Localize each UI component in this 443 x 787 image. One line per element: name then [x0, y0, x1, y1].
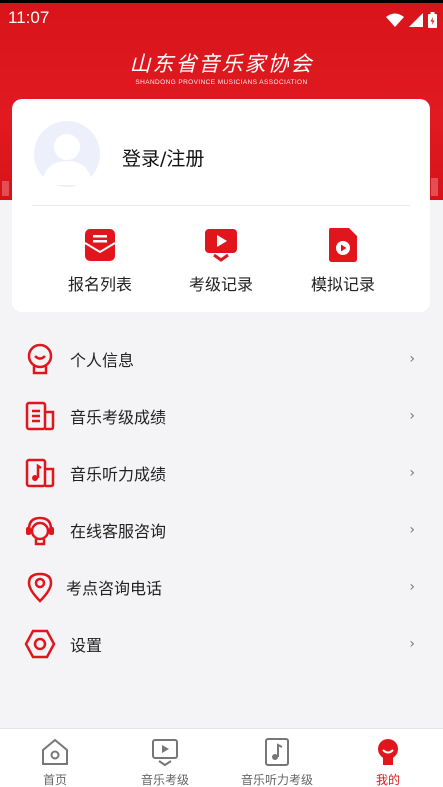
- user-info-icon: [24, 343, 56, 375]
- avatar[interactable]: [34, 121, 100, 187]
- menu-item-label: 个人信息: [70, 350, 135, 370]
- menu-item-test-center-phone[interactable]: 考点咨询电话 ›: [0, 558, 443, 615]
- quick-action-label: 报名列表: [67, 275, 132, 294]
- menu-item-customer-service[interactable]: 在线客服咨询 ›: [0, 501, 443, 558]
- chevron-right-icon: ›: [409, 464, 415, 481]
- tab-music-exam[interactable]: 音乐考级: [110, 737, 220, 787]
- quick-action-label: 考级记录: [188, 275, 253, 294]
- quick-action-mock-record[interactable]: 模拟记录: [288, 227, 398, 295]
- chevron-right-icon: ›: [409, 521, 415, 538]
- quick-action-registration-list[interactable]: 报名列表: [45, 227, 155, 295]
- logo-english-name: SHANDONG PROVINCE MUSICIANS ASSOCIATION: [135, 79, 308, 86]
- tab-label: 音乐考级: [140, 773, 189, 787]
- association-logo: 山东省音乐家协会 SHANDONG PROVINCE MUSICIANS ASS…: [0, 48, 443, 86]
- menu-item-label: 在线客服咨询: [70, 521, 167, 541]
- bottom-tab-bar: 首页 音乐考级 音乐听力考级 我的: [0, 728, 443, 787]
- listening-exam-icon: [262, 737, 292, 767]
- chevron-right-icon: ›: [409, 407, 415, 424]
- settings-icon: [24, 628, 56, 660]
- signal-icon: [409, 13, 423, 27]
- quick-action-label: 模拟记录: [310, 275, 375, 294]
- chevron-right-icon: ›: [409, 578, 415, 595]
- tab-label: 首页: [42, 773, 67, 787]
- divider: [32, 205, 410, 206]
- quick-action-exam-record[interactable]: 考级记录: [166, 227, 276, 295]
- default-avatar-icon: [42, 134, 92, 185]
- settings-menu: 个人信息 › 音乐考级成绩 › 音乐听力成绩 › 在线客服咨询 › 考点咨询电话…: [0, 330, 443, 672]
- wifi-icon: [386, 13, 404, 27]
- tab-mine[interactable]: 我的: [333, 737, 443, 787]
- menu-item-listening-score[interactable]: 音乐听力成绩 ›: [0, 444, 443, 501]
- mock-record-icon: [326, 227, 360, 263]
- chevron-right-icon: ›: [409, 350, 415, 367]
- profile-icon: [373, 737, 403, 767]
- menu-item-label: 音乐考级成绩: [70, 407, 167, 427]
- tab-listening-exam[interactable]: 音乐听力考级: [222, 737, 332, 787]
- menu-item-label: 考点咨询电话: [66, 578, 163, 598]
- chevron-right-icon: ›: [409, 635, 415, 652]
- exam-record-icon: [204, 227, 238, 263]
- menu-item-music-exam-score[interactable]: 音乐考级成绩 ›: [0, 387, 443, 444]
- battery-icon: [428, 12, 437, 28]
- status-time: 11:07: [8, 8, 50, 27]
- profile-card: 登录/注册 报名列表 考级记录 模拟记录: [12, 99, 430, 312]
- listening-score-icon: [24, 457, 56, 489]
- menu-item-personal-info[interactable]: 个人信息 ›: [0, 330, 443, 387]
- logo-chinese-name: 山东省音乐家协会: [129, 52, 314, 76]
- customer-service-icon: [24, 514, 56, 546]
- location-phone-icon: [24, 571, 56, 603]
- menu-item-settings[interactable]: 设置 ›: [0, 615, 443, 672]
- home-icon: [40, 737, 70, 767]
- login-register-link[interactable]: 登录/注册: [122, 144, 204, 171]
- menu-item-label: 设置: [70, 635, 103, 655]
- menu-item-label: 音乐听力成绩: [70, 464, 167, 484]
- registration-list-icon: [83, 227, 117, 263]
- tab-home[interactable]: 首页: [0, 737, 110, 787]
- music-exam-icon: [150, 737, 180, 767]
- tab-label: 我的: [375, 773, 400, 787]
- music-exam-score-icon: [24, 400, 56, 432]
- tab-label: 音乐听力考级: [240, 773, 313, 787]
- status-icons: [386, 12, 437, 28]
- status-bar: 11:07: [0, 4, 443, 34]
